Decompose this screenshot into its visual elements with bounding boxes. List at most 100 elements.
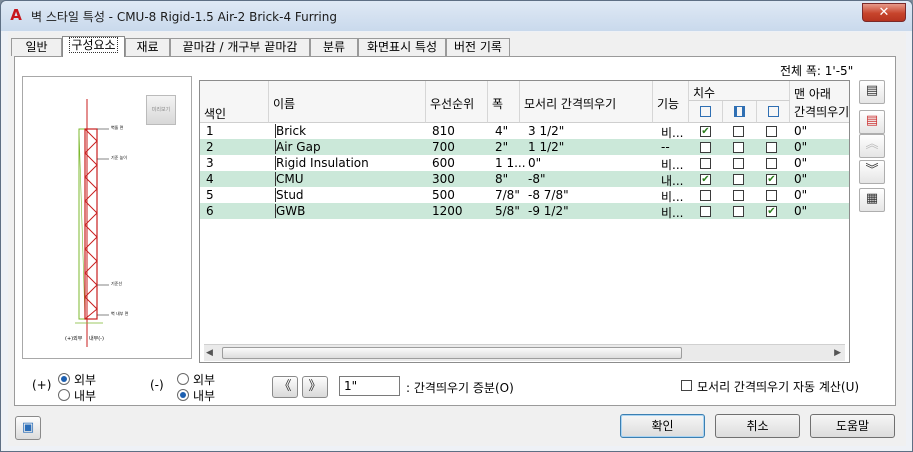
tab-endcaps-openings[interactable]: 끝마감 / 개구부 끝마감 bbox=[170, 38, 310, 56]
cell-offset[interactable]: 1 1/2" bbox=[528, 140, 656, 154]
dimension-checkbox[interactable]: ✔ bbox=[766, 206, 777, 217]
cell-priority[interactable]: 600 bbox=[432, 156, 455, 170]
col-header-bottom-offset[interactable]: 맨 아래 간격띄우기 bbox=[790, 81, 849, 123]
col-header-dim-outside[interactable] bbox=[689, 101, 723, 123]
col-header-width[interactable]: 폭 bbox=[488, 81, 520, 123]
table-row[interactable]: 4 CMU 300 8" -8" 내... 0" ✔ ✔ bbox=[200, 171, 849, 188]
cell-offset[interactable]: -8 7/8" bbox=[528, 188, 656, 202]
move-up-button[interactable]: ︽ bbox=[859, 134, 885, 158]
cell-width[interactable]: 8" bbox=[495, 172, 508, 186]
cell-priority[interactable]: 1200 bbox=[432, 204, 463, 218]
dimension-checkbox[interactable] bbox=[733, 126, 744, 137]
cell-index[interactable]: 4 bbox=[206, 172, 214, 186]
delete-component-button[interactable]: ▤ bbox=[859, 110, 885, 134]
dimension-checkbox[interactable] bbox=[700, 206, 711, 217]
cell-priority[interactable]: 700 bbox=[432, 140, 455, 154]
tab-general[interactable]: 일반 bbox=[11, 38, 62, 56]
help-button[interactable]: 도움말 bbox=[810, 414, 895, 438]
col-header-dim-inside[interactable] bbox=[757, 101, 790, 123]
cell-name[interactable]: Brick bbox=[275, 124, 306, 138]
table-row[interactable]: 3 Rigid Insulation 600 1 1... 0" 비... 0" bbox=[200, 155, 849, 172]
col-header-dimension[interactable]: 치수 bbox=[689, 81, 790, 101]
cell-width[interactable]: 4" bbox=[495, 124, 508, 138]
tab-version-history[interactable]: 버전 기록 bbox=[446, 38, 510, 56]
tab-display-properties[interactable]: 화면표시 특성 bbox=[358, 38, 446, 56]
tab-components[interactable]: 구성요소 bbox=[62, 36, 125, 57]
col-header-function[interactable]: 기능 bbox=[653, 81, 689, 123]
table-row[interactable]: 2 Air Gap 700 2" 1 1/2" -- 0" bbox=[200, 139, 849, 155]
dimension-checkbox[interactable] bbox=[733, 190, 744, 201]
minus-inside-label[interactable]: 내부 bbox=[193, 387, 215, 404]
cell-index[interactable]: 3 bbox=[206, 156, 214, 170]
auto-calc-label[interactable]: 모서리 간격띄우기 자동 계산(U) bbox=[697, 378, 859, 395]
cell-function[interactable]: -- bbox=[661, 140, 670, 154]
minus-outside-radio[interactable] bbox=[177, 373, 189, 385]
component-properties-button[interactable]: ▦ bbox=[859, 188, 885, 212]
cell-name[interactable]: Stud bbox=[275, 188, 304, 202]
dimension-checkbox[interactable] bbox=[733, 158, 744, 169]
cell-name[interactable]: CMU bbox=[275, 172, 304, 186]
dimension-checkbox[interactable] bbox=[766, 126, 777, 137]
dimension-checkbox[interactable]: ✔ bbox=[700, 174, 711, 185]
cell-offset[interactable]: 3 1/2" bbox=[528, 124, 656, 138]
tab-classifications[interactable]: 분류 bbox=[310, 38, 358, 56]
cell-bottom[interactable]: 0" bbox=[794, 188, 807, 202]
plus-outside-label[interactable]: 외부 bbox=[74, 371, 96, 388]
cell-bottom[interactable]: 0" bbox=[794, 172, 807, 186]
cell-index[interactable]: 6 bbox=[206, 204, 214, 218]
col-header-index[interactable]: 색인 bbox=[200, 81, 269, 123]
table-row[interactable]: 6 GWB 1200 5/8" -9 1/2" 비... 0" ✔ bbox=[200, 203, 849, 221]
close-button[interactable]: ✕ bbox=[862, 3, 906, 22]
cell-index[interactable]: 2 bbox=[206, 140, 214, 154]
cell-offset[interactable]: -9 1/2" bbox=[528, 204, 656, 218]
dimension-checkbox[interactable] bbox=[733, 206, 744, 217]
style-browser-button[interactable]: ▣ bbox=[15, 416, 41, 440]
dimension-checkbox[interactable] bbox=[766, 158, 777, 169]
dimension-checkbox[interactable] bbox=[700, 158, 711, 169]
dimension-checkbox[interactable] bbox=[700, 190, 711, 201]
dimension-checkbox[interactable] bbox=[733, 174, 744, 185]
offset-increase-button[interactable]: 》 bbox=[302, 376, 328, 398]
cell-offset[interactable]: 0" bbox=[528, 156, 656, 170]
cell-width[interactable]: 5/8" bbox=[495, 204, 520, 218]
col-header-dim-center[interactable] bbox=[723, 101, 757, 123]
dimension-checkbox[interactable] bbox=[766, 142, 777, 153]
auto-calc-checkbox[interactable] bbox=[681, 380, 692, 391]
plus-inside-radio[interactable] bbox=[58, 389, 70, 401]
add-component-button[interactable]: ▤ bbox=[859, 80, 885, 104]
cell-bottom[interactable]: 0" bbox=[794, 140, 807, 154]
cell-name[interactable]: GWB bbox=[275, 204, 305, 218]
move-down-button[interactable]: ︾ bbox=[859, 160, 885, 184]
dimension-checkbox[interactable] bbox=[733, 142, 744, 153]
horizontal-scrollbar[interactable]: ◀ ▶ bbox=[204, 344, 845, 361]
plus-outside-radio[interactable] bbox=[58, 373, 70, 385]
scroll-left-arrow-icon[interactable]: ◀ bbox=[206, 348, 213, 358]
cell-priority[interactable]: 500 bbox=[432, 188, 455, 202]
cell-function[interactable]: 비... bbox=[661, 204, 683, 221]
minus-inside-radio[interactable] bbox=[177, 389, 189, 401]
tab-materials[interactable]: 재료 bbox=[125, 38, 170, 56]
plus-inside-label[interactable]: 내부 bbox=[74, 387, 96, 404]
scroll-right-arrow-icon[interactable]: ▶ bbox=[834, 348, 841, 358]
minus-outside-label[interactable]: 외부 bbox=[193, 371, 215, 388]
dimension-checkbox[interactable]: ✔ bbox=[700, 126, 711, 137]
offset-decrease-button[interactable]: 《 bbox=[272, 376, 298, 398]
col-header-edge-offset[interactable]: 모서리 간격띄우기 bbox=[520, 81, 653, 123]
cell-bottom[interactable]: 0" bbox=[794, 156, 807, 170]
dimension-checkbox[interactable]: ✔ bbox=[766, 174, 777, 185]
dimension-checkbox[interactable] bbox=[700, 142, 711, 153]
table-row[interactable]: 1 Brick 810 4" 3 1/2" 비... 0" ✔ bbox=[200, 123, 849, 140]
dimension-checkbox[interactable] bbox=[766, 190, 777, 201]
offset-increment-input[interactable]: 1" bbox=[339, 376, 400, 396]
cell-index[interactable]: 1 bbox=[206, 124, 214, 138]
col-header-name[interactable]: 이름 bbox=[269, 81, 426, 123]
cancel-button[interactable]: 취소 bbox=[715, 414, 800, 438]
table-row[interactable]: 5 Stud 500 7/8" -8 7/8" 비... 0" bbox=[200, 187, 849, 204]
scroll-thumb[interactable] bbox=[222, 347, 682, 359]
col-header-priority[interactable]: 우선순위 bbox=[426, 81, 488, 123]
cell-offset[interactable]: -8" bbox=[528, 172, 656, 186]
cell-priority[interactable]: 810 bbox=[432, 124, 455, 138]
cell-width[interactable]: 2" bbox=[495, 140, 508, 154]
cell-width[interactable]: 7/8" bbox=[495, 188, 520, 202]
cell-width[interactable]: 1 1... bbox=[495, 156, 526, 170]
